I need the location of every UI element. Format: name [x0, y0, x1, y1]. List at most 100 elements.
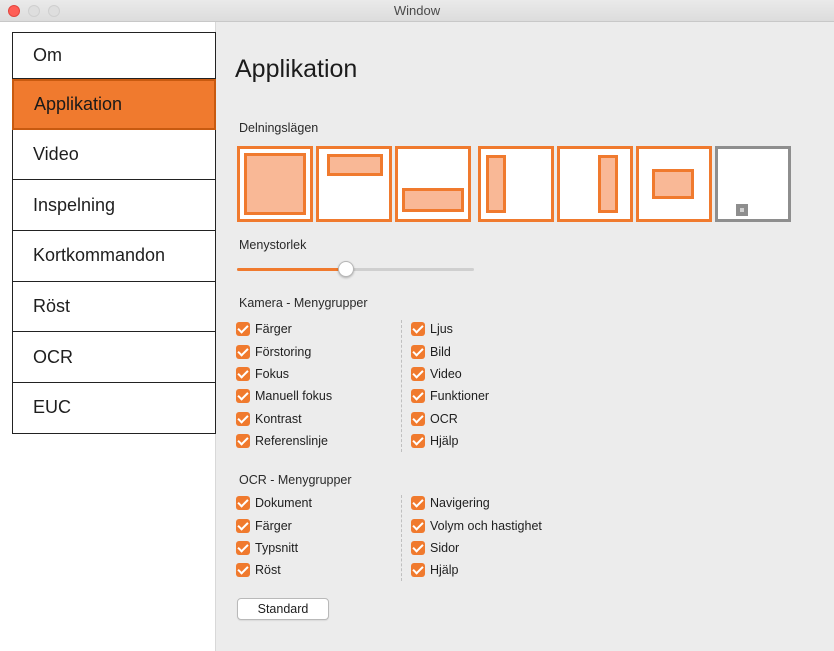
sidebar-item-ocr[interactable]: OCR	[12, 332, 216, 384]
app-window: Window Om Applikation Video Inspelning K…	[0, 0, 834, 651]
checkbox-checked-icon[interactable]	[411, 563, 425, 578]
checkbox-checked-icon[interactable]	[236, 344, 250, 359]
checkbox-item[interactable]: OCR	[411, 408, 489, 430]
split-mode-corner[interactable]	[715, 146, 791, 222]
checkbox-item[interactable]: Navigering	[411, 492, 542, 514]
checkbox-label: Fokus	[255, 366, 290, 381]
checkbox-checked-icon[interactable]	[411, 434, 425, 449]
checkbox-item[interactable]: Referenslinje	[236, 430, 332, 452]
checkbox-label: Färger	[255, 322, 292, 337]
checkbox-label: Ljus	[430, 322, 453, 337]
split-mode-center[interactable]	[636, 146, 712, 222]
checkbox-label: Förstoring	[255, 344, 312, 359]
checkbox-checked-icon[interactable]	[411, 389, 425, 404]
checkbox-checked-icon[interactable]	[411, 344, 425, 359]
slider-knob[interactable]	[338, 261, 355, 277]
checkbox-checked-icon[interactable]	[411, 518, 425, 533]
checkbox-label: Typsnitt	[255, 540, 299, 555]
default-settings-button[interactable]: Standard	[237, 598, 329, 620]
checkbox-item[interactable]: Fokus	[236, 363, 332, 385]
checkbox-item[interactable]: Ljus	[411, 318, 489, 340]
checkbox-checked-icon[interactable]	[236, 366, 250, 381]
checkbox-item[interactable]: Hjälp	[411, 559, 542, 581]
checkbox-checked-icon[interactable]	[236, 518, 250, 533]
bottom-layout-icon	[402, 188, 464, 212]
checkbox-label: Hjälp	[430, 563, 459, 578]
checkbox-label: Video	[430, 366, 462, 381]
top-layout-icon	[327, 154, 383, 176]
checkbox-label: Volym och hastighet	[430, 518, 542, 533]
checkbox-label: Röst	[255, 563, 281, 578]
window-title: Window	[393, 3, 441, 18]
checkbox-item[interactable]: Hjälp	[411, 430, 489, 452]
checkbox-item[interactable]: Typsnitt	[236, 537, 312, 559]
checkbox-label: Dokument	[255, 496, 312, 511]
checkbox-label: Sidor	[430, 540, 460, 555]
checkbox-label: Funktioner	[430, 389, 490, 404]
checkbox-checked-icon[interactable]	[236, 434, 250, 449]
split-mode-bottom[interactable]	[395, 146, 471, 222]
checkbox-item[interactable]: Bild	[411, 340, 489, 362]
sidebar-item-euc[interactable]: EUC	[12, 383, 216, 434]
menu-size-label: Menystorlek	[239, 238, 307, 252]
checkbox-item[interactable]: Kontrast	[236, 408, 332, 430]
checkbox-checked-icon[interactable]	[411, 411, 425, 426]
checkbox-item[interactable]: Funktioner	[411, 385, 489, 407]
column-divider	[401, 495, 402, 581]
sidebar-nav: Om Applikation Video Inspelning Kortkomm…	[12, 32, 216, 434]
title-bar: Window	[0, 0, 834, 22]
checkbox-checked-icon[interactable]	[411, 322, 425, 337]
checkbox-item[interactable]: Färger	[236, 318, 332, 340]
checkbox-item[interactable]: Färger	[236, 514, 312, 536]
checkbox-label: Färger	[255, 518, 292, 533]
checkbox-item[interactable]: Video	[411, 363, 489, 385]
sidebar-item-video[interactable]: Video	[12, 129, 216, 181]
ocr-groups-right: Navigering Volym och hastighet Sidor Hjä…	[411, 492, 542, 582]
checkbox-checked-icon[interactable]	[411, 366, 425, 381]
sidebar-item-applikation[interactable]: Applikation	[12, 79, 216, 130]
checkbox-checked-icon[interactable]	[411, 540, 425, 555]
checkbox-checked-icon[interactable]	[411, 496, 425, 511]
checkbox-item[interactable]: Manuell fokus	[236, 385, 332, 407]
checkbox-checked-icon[interactable]	[236, 411, 250, 426]
sidebar: Om Applikation Video Inspelning Kortkomm…	[0, 22, 216, 651]
checkbox-checked-icon[interactable]	[236, 496, 250, 511]
checkbox-checked-icon[interactable]	[236, 563, 250, 578]
checkbox-checked-icon[interactable]	[236, 322, 250, 337]
menu-size-slider[interactable]	[237, 261, 474, 277]
sidebar-item-kortkommandon[interactable]: Kortkommandon	[12, 231, 216, 282]
split-modes-label: Delningslägen	[239, 121, 319, 135]
ocr-groups-left: Dokument Färger Typsnitt Röst	[236, 492, 312, 582]
ocr-groups-label: OCR - Menygrupper	[239, 473, 352, 487]
checkbox-item[interactable]: Röst	[236, 559, 312, 581]
checkbox-label: Manuell fokus	[255, 389, 333, 404]
checkbox-item[interactable]: Förstoring	[236, 340, 332, 362]
camera-groups-left: Färger Förstoring Fokus Manuell fokus Ko…	[236, 318, 332, 452]
page-title: Applikation	[235, 55, 358, 83]
checkbox-checked-icon[interactable]	[236, 540, 250, 555]
slider-fill	[237, 268, 347, 271]
split-mode-left[interactable]	[478, 146, 554, 222]
main-panel: Applikation Delningslägen Menystorlek Ka…	[216, 22, 834, 651]
checkbox-item[interactable]: Volym och hastighet	[411, 514, 542, 536]
checkbox-label: OCR	[430, 411, 458, 426]
checkbox-label: Kontrast	[255, 411, 302, 426]
sidebar-item-inspelning[interactable]: Inspelning	[12, 180, 216, 232]
checkbox-checked-icon[interactable]	[236, 389, 250, 404]
camera-groups-right: Ljus Bild Video Funktioner OCR Hjälp	[411, 318, 489, 452]
right-layout-icon	[598, 155, 618, 213]
sidebar-item-rost[interactable]: Röst	[12, 281, 216, 333]
checkbox-label: Referenslinje	[255, 434, 328, 449]
checkbox-label: Navigering	[430, 496, 490, 511]
sidebar-item-om[interactable]: Om	[12, 32, 216, 79]
split-mode-right[interactable]	[557, 146, 633, 222]
checkbox-label: Hjälp	[430, 434, 459, 449]
split-mode-fullscreen[interactable]	[237, 146, 313, 222]
split-mode-top[interactable]	[316, 146, 392, 222]
checkbox-item[interactable]: Dokument	[236, 492, 312, 514]
checkbox-label: Bild	[430, 344, 451, 359]
checkbox-item[interactable]: Sidor	[411, 537, 542, 559]
corner-layout-icon	[736, 204, 748, 216]
center-layout-icon	[652, 169, 694, 199]
fullscreen-layout-icon	[244, 153, 306, 215]
